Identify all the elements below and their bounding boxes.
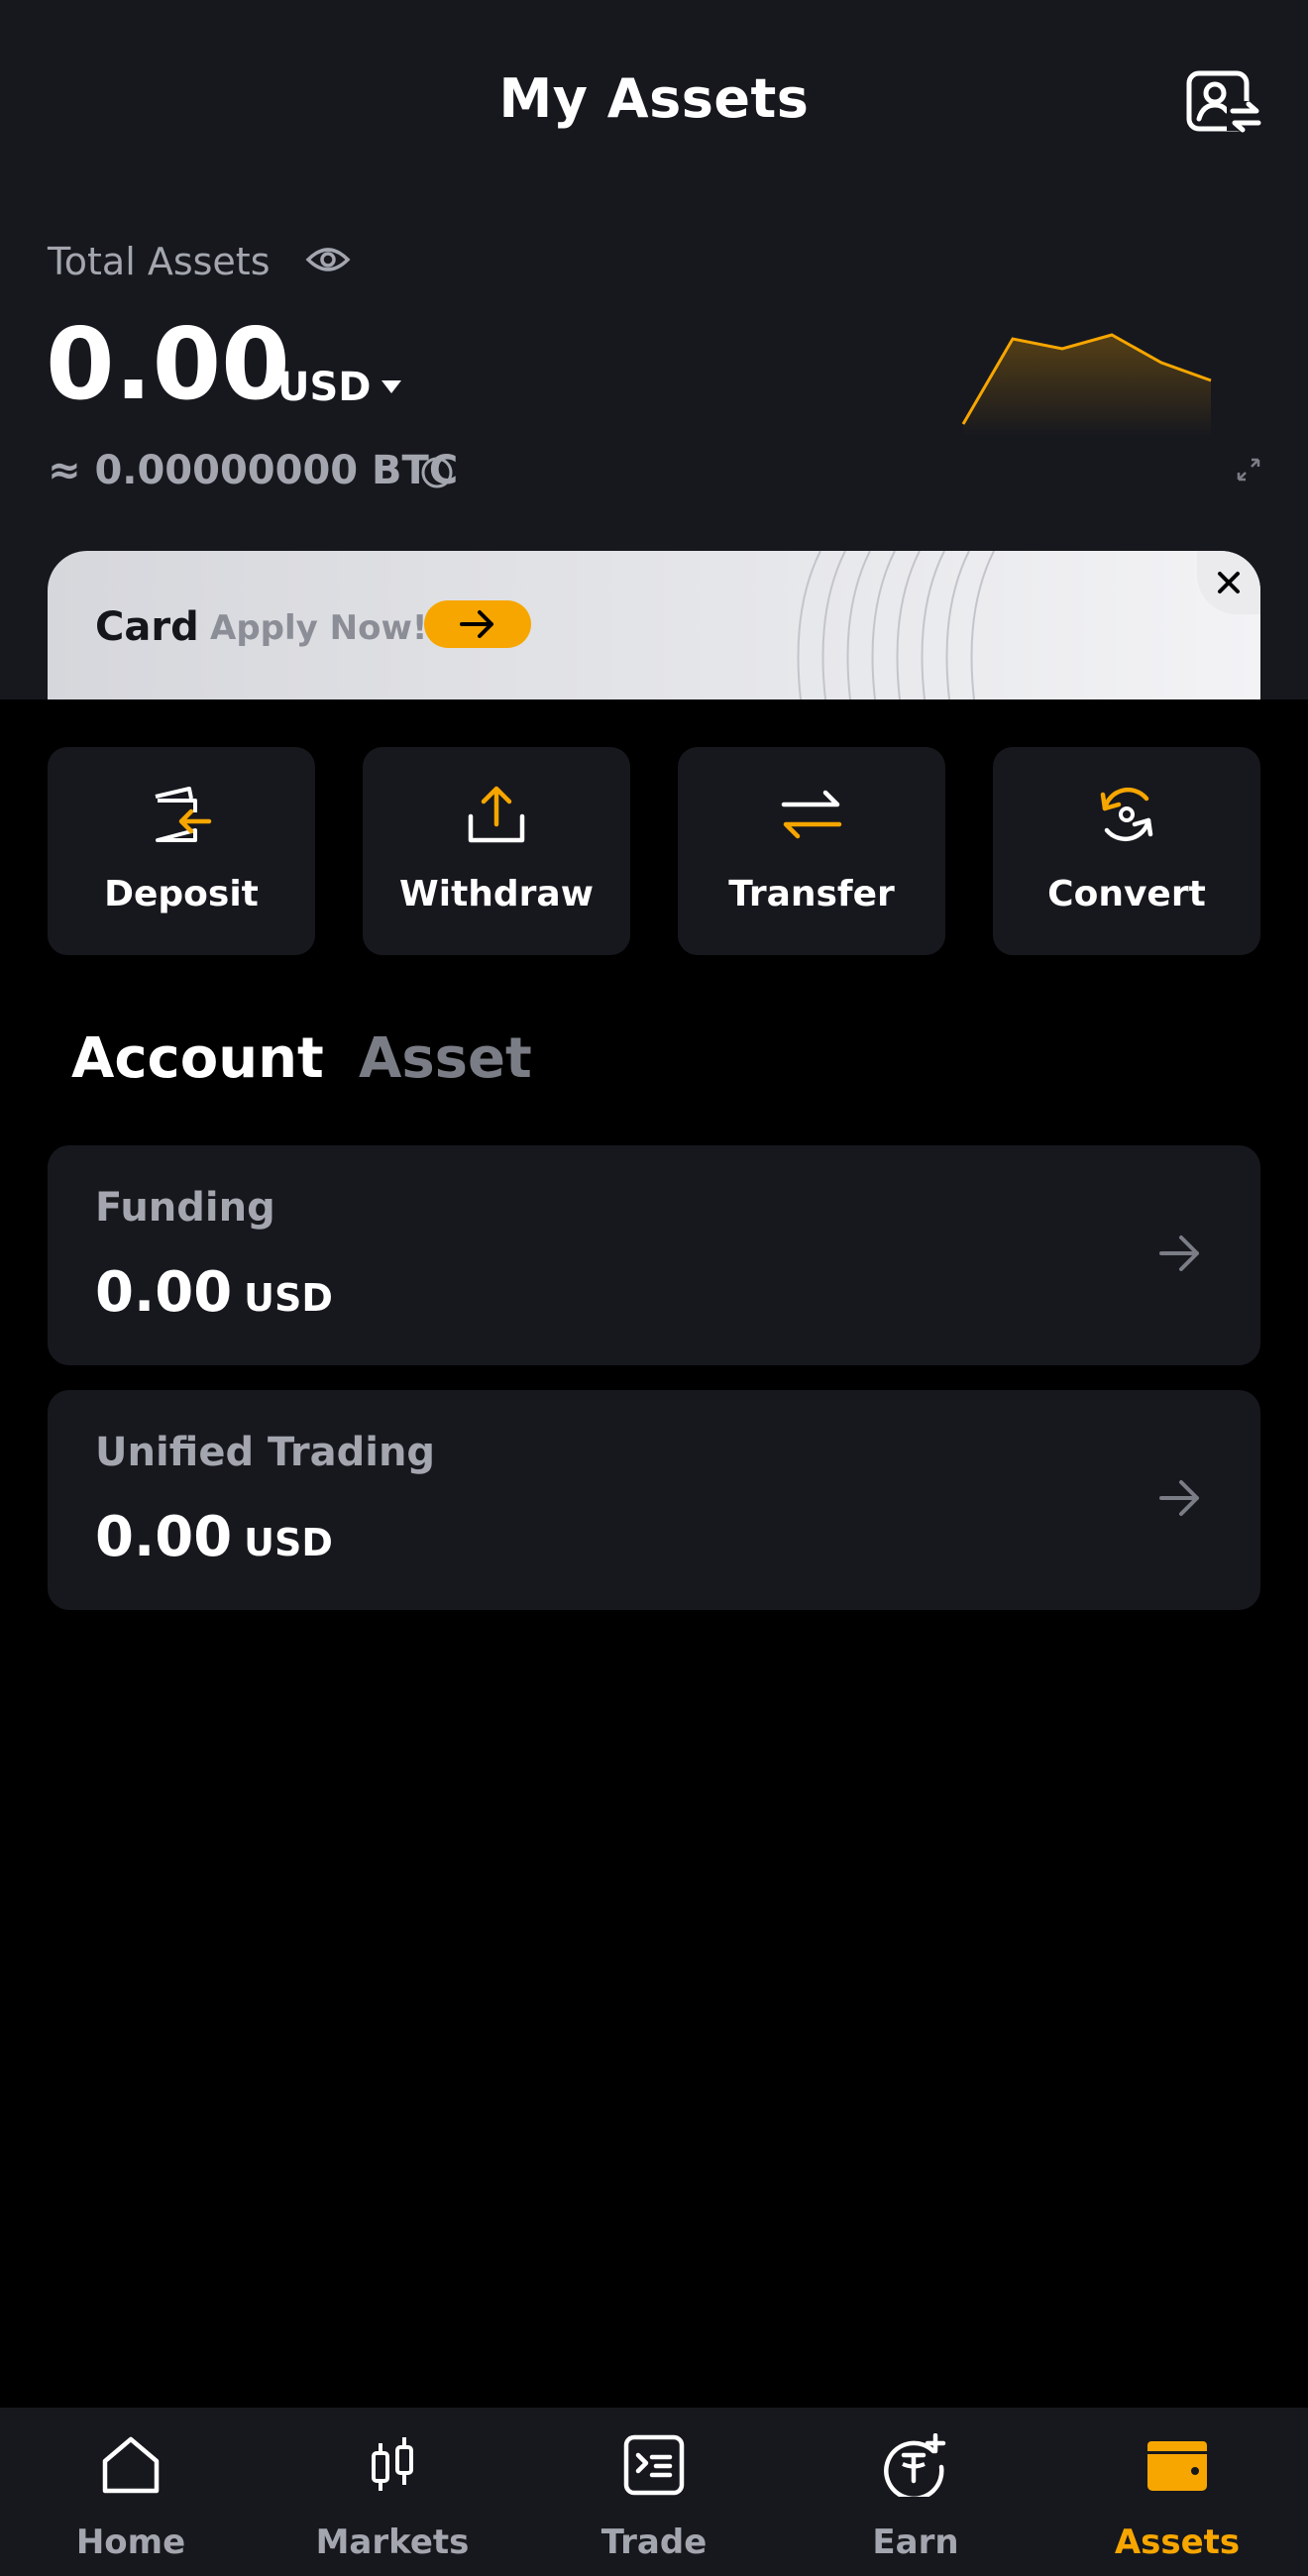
account-balance-currency: USD <box>244 1276 333 1320</box>
account-name: Funding <box>95 1185 275 1231</box>
withdraw-button[interactable]: Withdraw <box>363 747 630 955</box>
account-balance: 0.00 USD <box>95 1260 333 1325</box>
convert-icon <box>1100 788 1153 841</box>
bottom-navigation: Home Markets Trade Earn Assets <box>0 2408 1308 2576</box>
trade-icon <box>623 2434 685 2496</box>
nav-trade-label: Trade <box>600 2522 708 2562</box>
nav-earn-label: Earn <box>872 2522 959 2562</box>
withdraw-label: Withdraw <box>399 874 594 914</box>
close-banner-button[interactable] <box>1197 551 1260 614</box>
withdraw-icon <box>468 786 525 843</box>
transfer-button[interactable]: Transfer <box>678 747 945 955</box>
total-assets-value: 0.00 <box>46 306 290 422</box>
account-name: Unified Trading <box>95 1430 436 1475</box>
btc-equivalent: ≈ 0.00000000 BTC <box>48 448 459 493</box>
card-label: Card <box>95 604 199 650</box>
currency-label: USD <box>277 365 372 410</box>
arrow-right-icon <box>1159 1480 1199 1516</box>
nav-trade[interactable]: Trade <box>523 2408 785 2576</box>
profile-switch-icon[interactable] <box>1185 69 1264 135</box>
banner-decoration <box>797 551 995 699</box>
caret-down-icon <box>381 380 401 393</box>
arrow-right-icon <box>460 610 493 638</box>
nav-assets-label: Assets <box>1114 2522 1241 2562</box>
tab-account[interactable]: Account <box>71 1026 324 1091</box>
deposit-button[interactable]: Deposit <box>48 747 315 955</box>
apply-now-label: Apply Now! <box>210 608 428 648</box>
quick-actions: Deposit Withdraw Transfer Convert <box>48 747 1260 955</box>
convert-label: Convert <box>1047 874 1206 914</box>
wallet-icon <box>1147 2441 1207 2491</box>
transfer-icon <box>781 790 842 839</box>
nav-home-label: Home <box>75 2522 186 2562</box>
account-balance-currency: USD <box>244 1521 333 1564</box>
transfer-label: Transfer <box>728 874 895 914</box>
asset-trend-sparkline <box>961 333 1212 436</box>
apply-now-button[interactable] <box>424 600 531 648</box>
nav-earn[interactable]: Earn <box>785 2408 1046 2576</box>
nav-markets-label: Markets <box>315 2522 470 2562</box>
page-title: My Assets <box>498 67 810 130</box>
close-icon <box>1218 572 1240 593</box>
expand-icon[interactable] <box>1235 456 1262 483</box>
nav-home[interactable]: Home <box>0 2408 262 2576</box>
info-icon[interactable] <box>420 456 454 489</box>
account-balance-value: 0.00 <box>95 1505 233 1569</box>
eye-icon[interactable] <box>305 242 351 277</box>
assets-header-section: My Assets Total Assets 0.00 USD ≈ 0.0000… <box>0 0 1308 699</box>
total-assets-label: Total Assets <box>48 240 271 283</box>
nav-assets[interactable]: Assets <box>1046 2408 1308 2576</box>
card-promo-banner[interactable]: Card Apply Now! <box>48 551 1260 699</box>
account-balance: 0.00 USD <box>95 1505 333 1569</box>
markets-icon <box>372 2437 413 2491</box>
home-icon <box>102 2436 160 2494</box>
convert-button[interactable]: Convert <box>993 747 1260 955</box>
arrow-right-icon <box>1159 1235 1199 1271</box>
deposit-label: Deposit <box>104 874 259 914</box>
unified-trading-account-row[interactable]: Unified Trading 0.00 USD <box>48 1390 1260 1610</box>
tab-asset[interactable]: Asset <box>359 1026 532 1091</box>
funding-account-row[interactable]: Funding 0.00 USD <box>48 1145 1260 1365</box>
account-balance-value: 0.00 <box>95 1260 233 1325</box>
nav-markets[interactable]: Markets <box>262 2408 523 2576</box>
deposit-icon <box>155 787 212 842</box>
currency-selector[interactable]: USD <box>277 363 401 412</box>
earn-icon <box>884 2433 946 2497</box>
